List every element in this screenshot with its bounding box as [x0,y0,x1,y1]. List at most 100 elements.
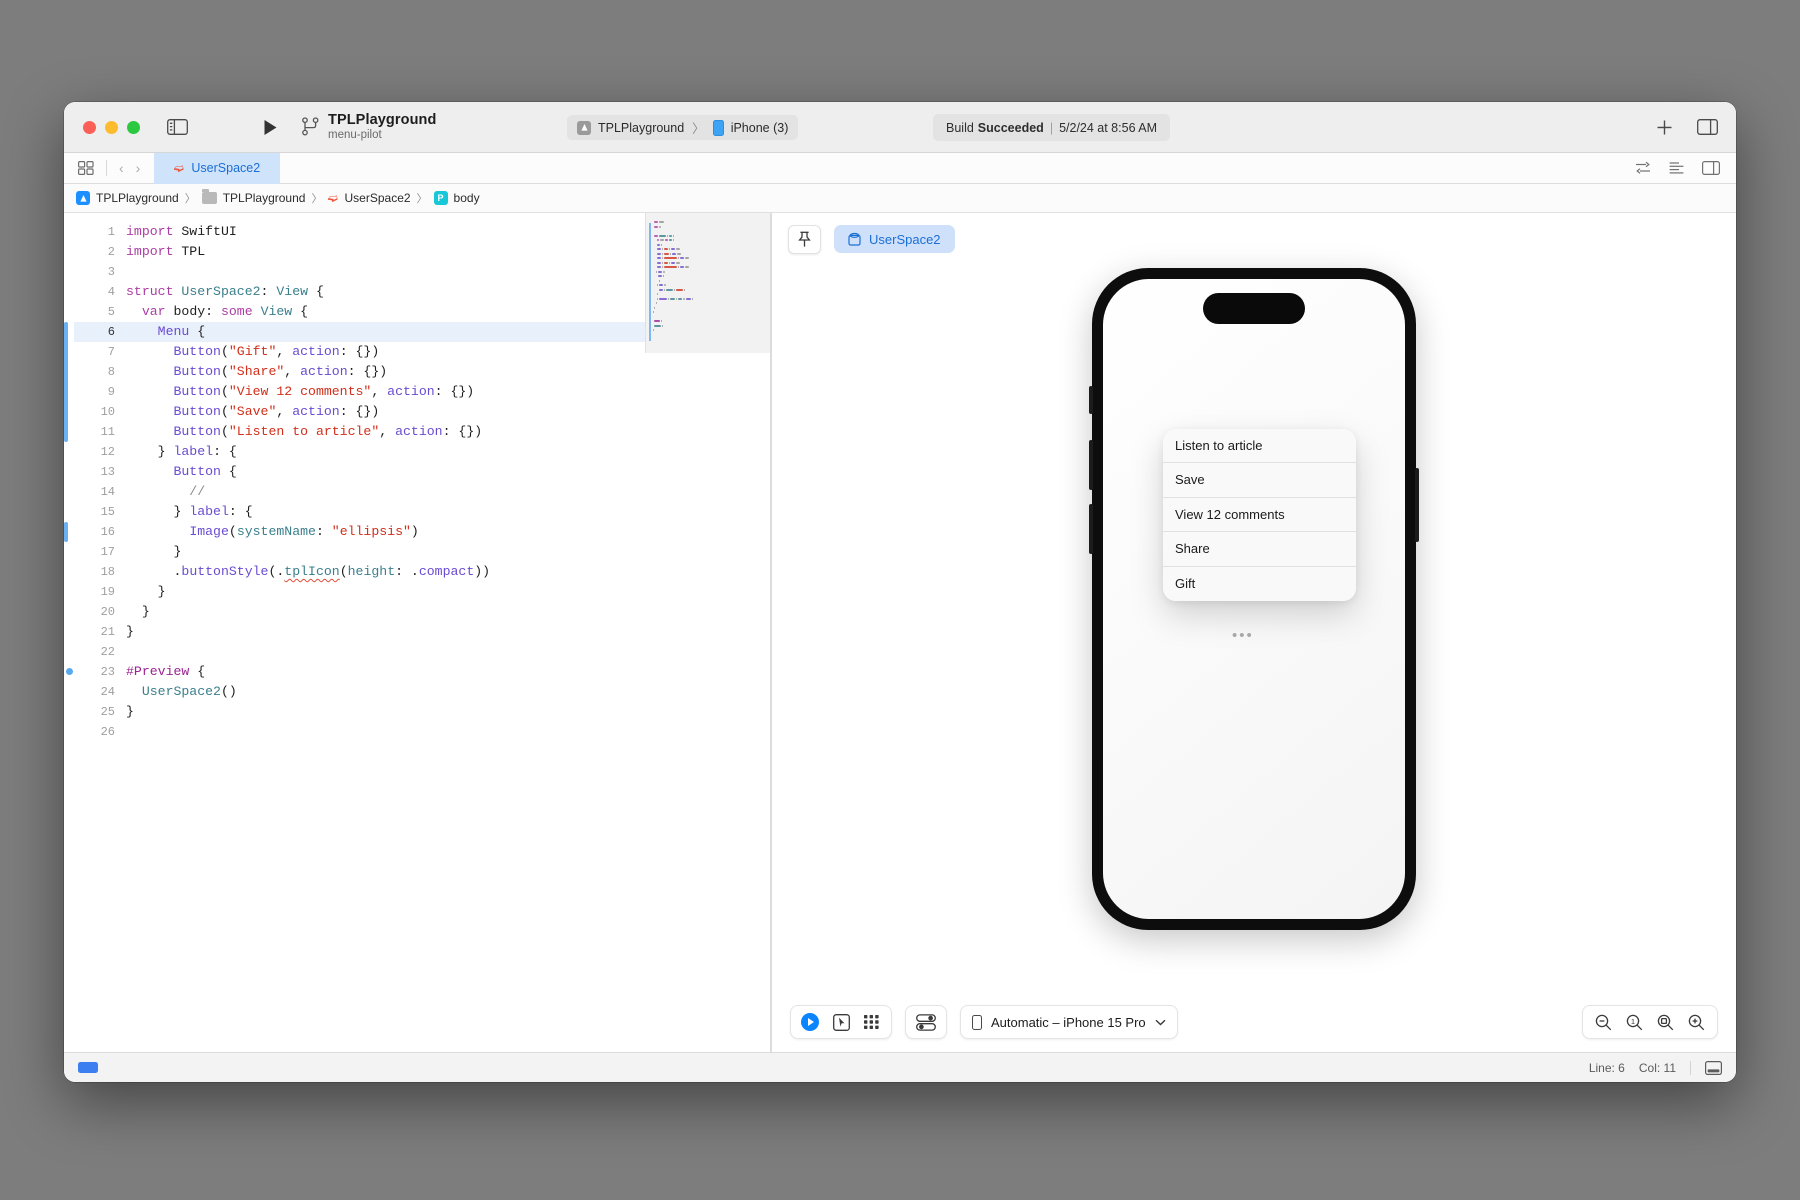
zoom-button[interactable] [127,120,140,134]
branch-name: menu-pilot [328,129,382,142]
code-line-24[interactable]: 24 UserSpace2() [74,682,771,702]
status-divider [1690,1060,1691,1075]
adjust-editor-icon[interactable] [1635,161,1651,175]
build-status-prefix: Build [946,120,974,135]
code-line-12[interactable]: 12 } label: { [74,442,771,462]
context-menu[interactable]: Listen to article Save View 12 comments Sha… [1163,428,1356,602]
context-menu-item[interactable]: Listen to article [1163,429,1356,463]
build-status-separator: | [1049,120,1054,135]
pin-icon[interactable] [788,224,821,254]
minimap-line [653,334,763,336]
tab-userspace2[interactable]: ➫ UserSpace2 [154,152,281,184]
close-button[interactable] [83,120,96,134]
ellipsis-button[interactable]: ••• [1232,627,1254,644]
breadcrumb-item-0[interactable]: TPLPlayground [76,191,179,205]
context-menu-item[interactable]: Save [1163,463,1356,498]
code-line-26[interactable]: 26 [74,722,771,742]
split-editor-icon[interactable] [1702,161,1720,175]
context-menu-item[interactable]: View 12 comments [1163,498,1356,532]
scheme-selector[interactable]: TPLPlayground menu-pilot [302,112,436,143]
navigate-forward-button[interactable]: › [136,160,141,176]
sidebar-toggle-icon[interactable] [167,119,188,135]
destination-device: iPhone (3) [730,120,789,135]
code-line-18[interactable]: 18 .buttonStyle(.tplIcon(height: .compac… [74,562,771,582]
breadcrumb-item-3[interactable]: P body [433,191,480,205]
variants-grid-icon[interactable] [864,1014,881,1030]
live-preview-icon[interactable] [801,1013,819,1031]
line-number: 5 [107,305,115,319]
tabbar-divider [106,160,107,176]
device-picker[interactable]: Automatic – iPhone 15 Pro [960,1005,1178,1039]
build-status-timestamp: 5/2/24 at 8:56 AM [1059,120,1158,135]
phone-screen[interactable]: Listen to article Save View 12 comments Sha… [1103,278,1405,919]
canvas-stage[interactable]: Listen to article Save View 12 comments Sha… [772,265,1736,992]
breadcrumb-separator-0: 〉 [184,193,196,205]
line-number: 26 [100,725,115,739]
code-line-11[interactable]: 11 Button("Listen to article", action: {… [74,422,771,442]
editor-gutter[interactable] [64,213,74,1052]
code-line-8[interactable]: 8 Button("Share", action: {}) [74,362,771,382]
navigate-back-button[interactable]: ‹ [119,160,124,176]
code-line-19[interactable]: 19 } [74,582,771,602]
code-line-20[interactable]: 20 } [74,602,771,622]
minimap-line [653,302,763,304]
editor-layout-icon[interactable] [1705,1060,1722,1075]
run-destination-picker[interactable]: TPLPlayground 〉 iPhone (3) [567,115,799,140]
zoom-in-icon[interactable] [1688,1014,1705,1031]
line-number: 3 [107,265,115,279]
code-line-23[interactable]: 23 #Preview { [74,662,771,682]
code-line-21[interactable]: 21} [74,622,771,642]
minimap-line [653,316,763,318]
breadcrumb-item-2[interactable]: ➫ UserSpace2 [328,190,411,205]
code-line-10[interactable]: 10 Button("Save", action: {}) [74,402,771,422]
preview-chip-userspace2[interactable]: UserSpace2 [834,225,955,253]
preview-chip-label: UserSpace2 [869,231,941,247]
power-button [1415,467,1419,542]
minimap-line [653,275,763,277]
editor-options-icon[interactable] [1669,161,1684,175]
line-text: import TPL [126,244,206,259]
run-button[interactable] [263,119,278,136]
source-editor[interactable]: 1 import SwiftUI 2 import TPL 3 4 struct UserS… [64,213,771,1052]
context-menu-item[interactable]: Share [1163,532,1356,567]
code-line-15[interactable]: 15 } label: { [74,502,771,522]
code-line-13[interactable]: 13 Button { [74,462,771,482]
code-line-9[interactable]: 9 Button("View 12 comments", action: {}) [74,382,771,402]
tab-grid-icon[interactable] [78,161,94,175]
svg-text:1: 1 [1631,1017,1635,1026]
line-text: } [126,604,150,619]
breadcrumb[interactable]: TPLPlayground 〉 TPLPlayground 〉 ➫ UserSp… [64,184,1736,213]
line-number: 8 [107,365,115,379]
breadcrumb-item-1[interactable]: TPLPlayground [201,189,305,205]
code-line-22[interactable]: 22 [74,642,771,662]
code-minimap[interactable] [645,213,770,353]
iphone-preview-device[interactable]: Listen to article Save View 12 comments Sha… [1089,267,1419,930]
build-status-bar[interactable]: Build Succeeded | 5/2/24 at 8:56 AM [933,114,1171,141]
device-phone-icon [972,1014,982,1030]
traffic-lights [83,120,140,134]
line-number: 24 [100,685,115,699]
zoom-actual-size-icon[interactable]: 1 [1626,1014,1643,1031]
minimap-line [653,243,763,246]
preview-settings-icon[interactable] [916,1013,936,1031]
scheme-name: TPLPlayground [328,111,437,128]
plus-icon[interactable] [1656,119,1673,136]
context-menu-item[interactable]: Gift [1163,567,1356,602]
preview-canvas: UserSpace2 Listen to article Save View 12 … [771,213,1736,1052]
zoom-to-fit-icon[interactable] [1657,1014,1674,1031]
status-indicator-chip[interactable] [78,1062,98,1073]
code-line-17[interactable]: 17 } [74,542,771,562]
zoom-out-icon[interactable] [1595,1014,1612,1031]
code-line-16[interactable]: 16 Image(systemName: "ellipsis") [74,522,771,542]
minimize-button[interactable] [105,120,118,134]
selection-cursor-icon[interactable] [833,1013,850,1031]
code-line-14[interactable]: 14 // [74,482,771,502]
code-line-25[interactable]: 25} [74,702,771,722]
line-number: 20 [100,605,115,619]
line-text: .buttonStyle(.tplIcon(height: .compact)) [126,564,491,579]
minimap-line [653,234,763,237]
line-number: 10 [100,405,115,419]
inspector-toggle-icon[interactable] [1697,119,1718,135]
preview-cube-icon [848,232,861,246]
preview-marker-dot[interactable] [66,668,73,675]
